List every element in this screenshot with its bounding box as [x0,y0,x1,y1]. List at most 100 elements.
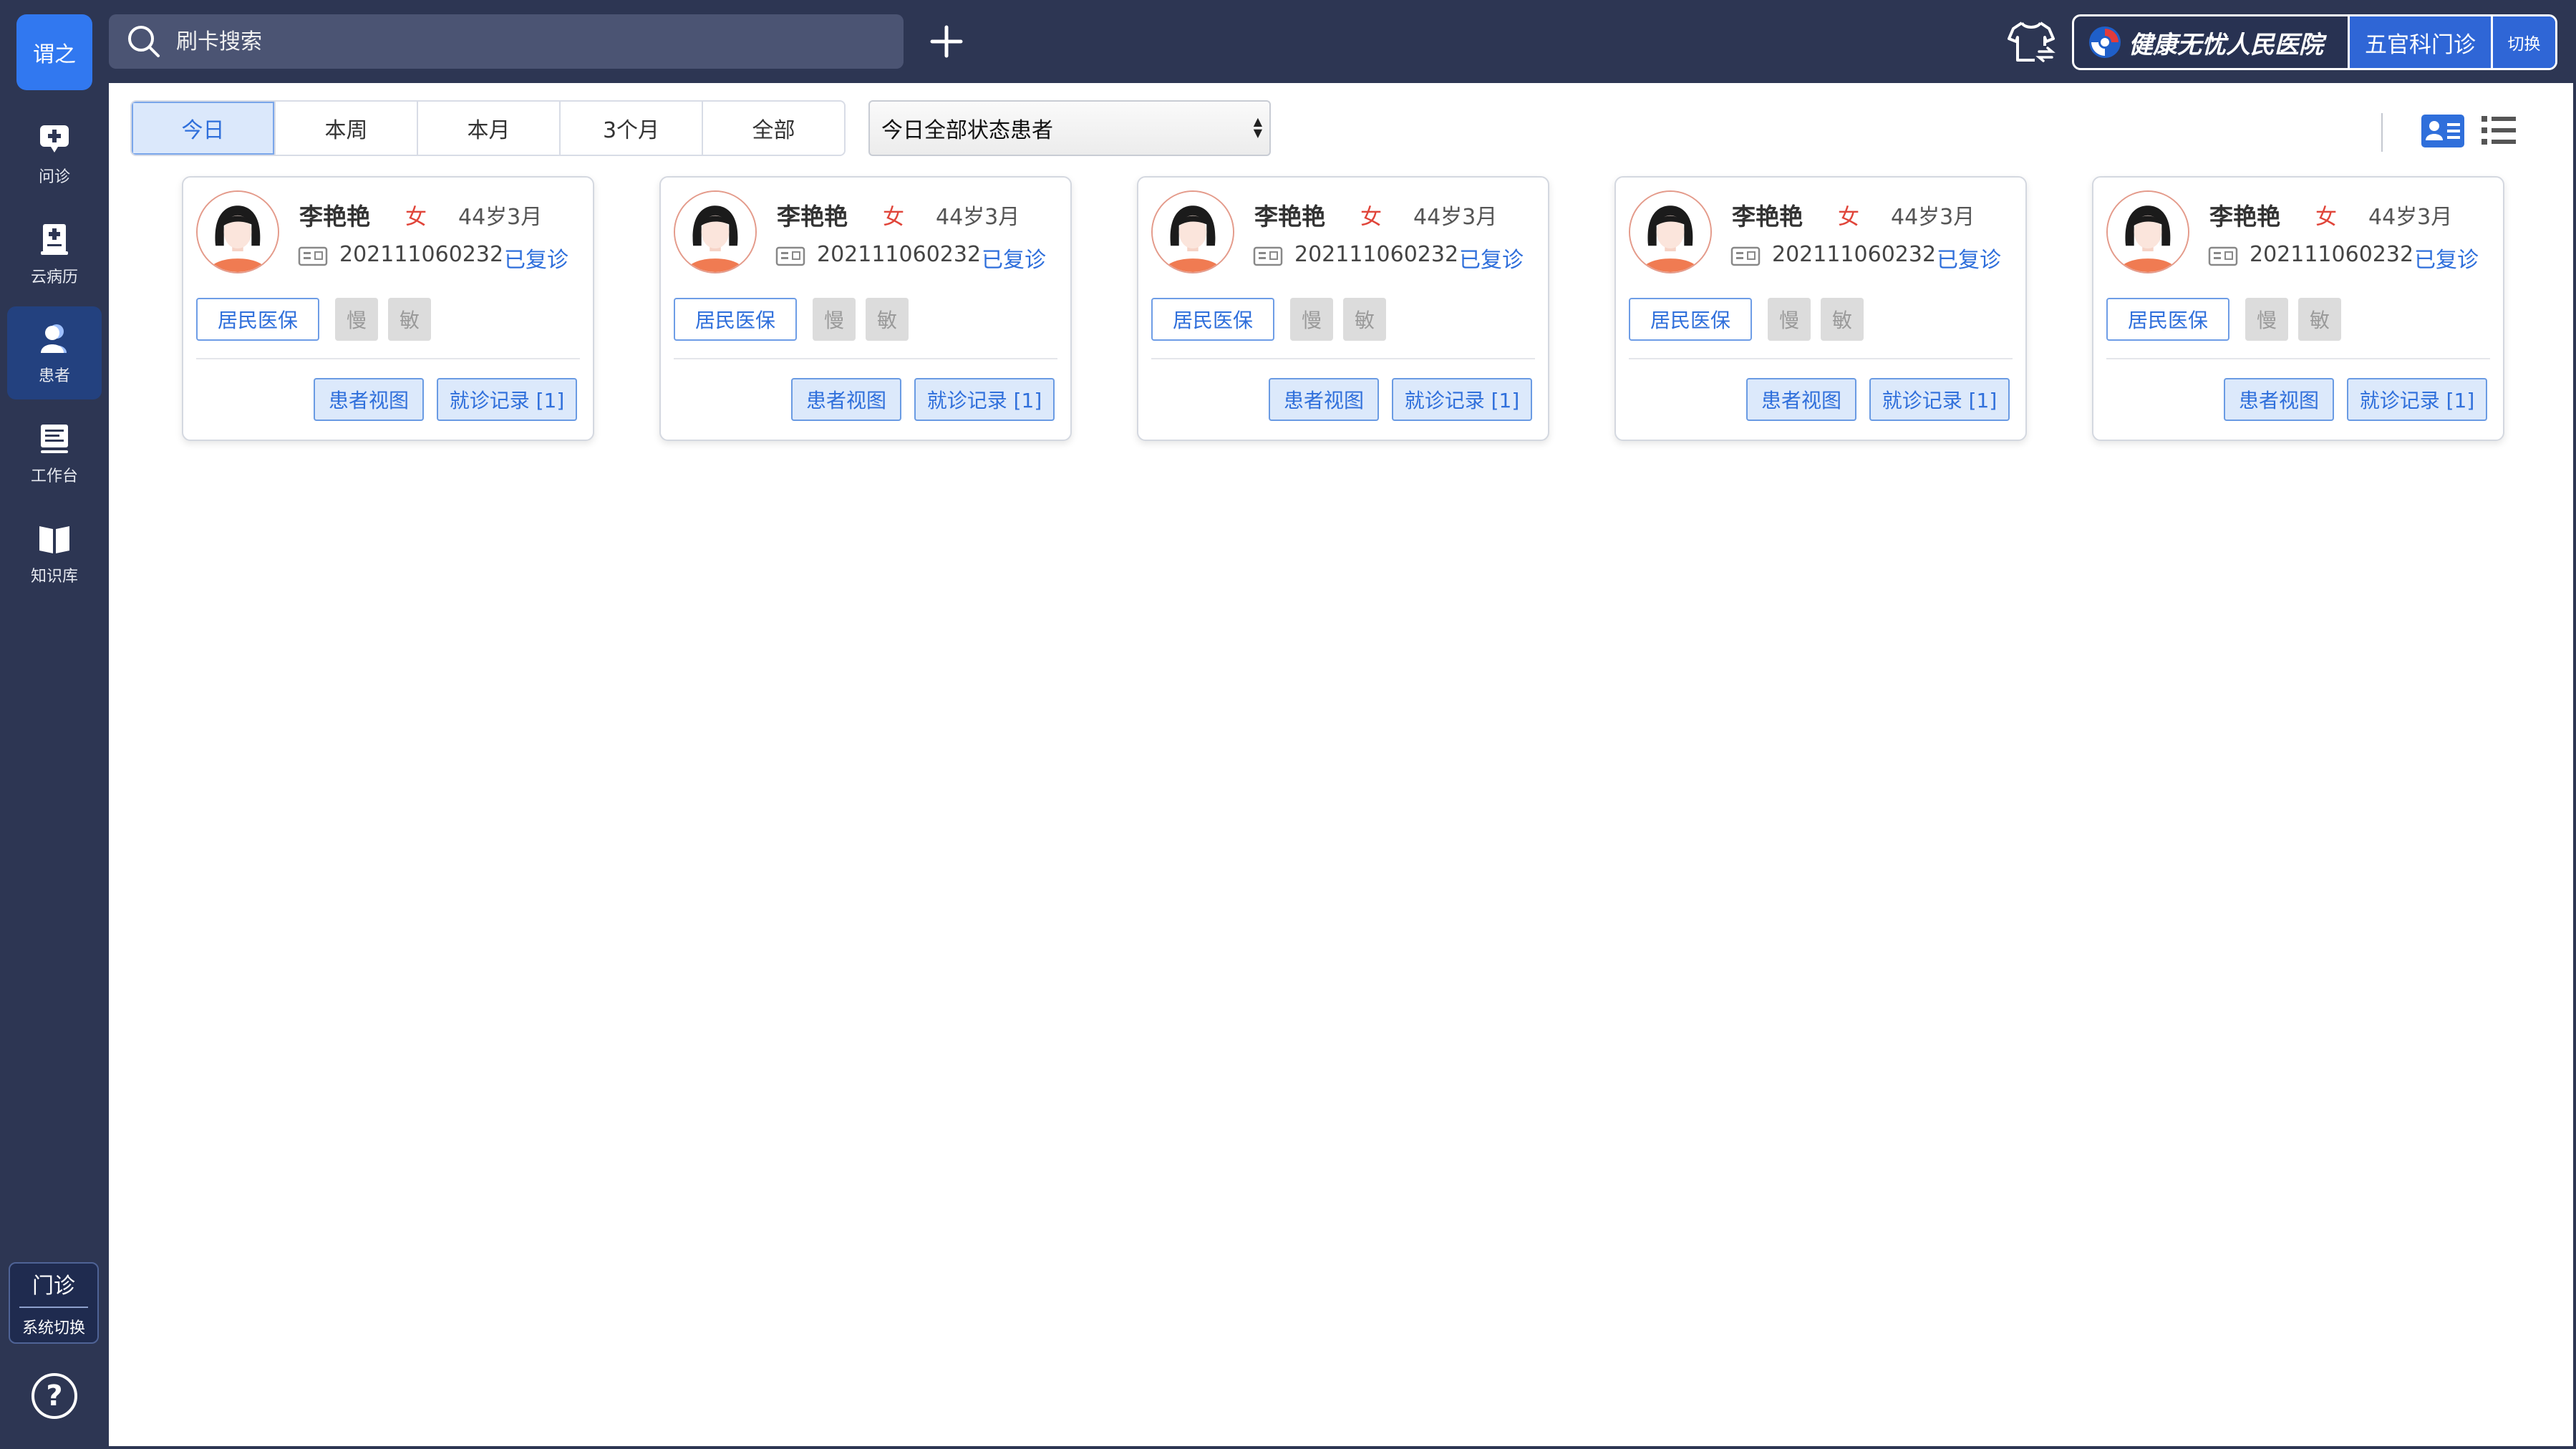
allergy-tag: 敏 [866,298,909,341]
id-card-icon [298,246,328,266]
sidebar-item-label: 问诊 [38,168,70,186]
visit-records-button[interactable]: 就诊记录 [1] [914,378,1055,421]
sidebar-item-label: 患者 [38,367,70,385]
id-card-icon [2208,246,2238,266]
hospital-name-text: 健康无忧人民医院 [2129,30,2323,59]
allergy-tag: 敏 [1821,298,1864,341]
chronic-tag: 慢 [1290,298,1333,341]
card-divider [196,358,580,359]
visit-records-button[interactable]: 就诊记录 [1] [1869,378,2010,421]
chat-plus-icon [40,125,69,152]
sidebar-item-label: 云病历 [30,268,78,286]
female-avatar-icon [2106,190,2189,273]
uniform-switch-icon[interactable] [2006,17,2056,67]
visit-status: 已复诊 [982,248,1046,273]
app-logo[interactable]: 谓之 [16,14,92,90]
patient-card[interactable]: 李艳艳 女 44岁3月 202111060232 已复诊 居民医保 慢 敏 患者… [1137,176,1549,441]
tab-today[interactable]: 今日 [132,102,274,155]
card-divider [2106,358,2490,359]
patient-age: 44岁3月 [1891,205,1975,230]
card-divider [1629,358,2013,359]
patients-icon [41,324,67,353]
sidebar-item-knowledge[interactable]: 知识库 [7,507,102,600]
patient-card[interactable]: 李艳艳 女 44岁3月 202111060232 已复诊 居民医保 慢 敏 患者… [659,176,1072,441]
insurance-tag: 居民医保 [2106,298,2229,341]
patient-view-button[interactable]: 患者视图 [1746,378,1856,421]
sidebar-item-cloud-records[interactable]: 云病历 [7,208,102,301]
sidebar-item-consult[interactable]: 问诊 [7,107,102,200]
add-icon[interactable] [924,19,969,64]
female-avatar-icon [674,190,757,273]
patient-view-button[interactable]: 患者视图 [2224,378,2334,421]
sidebar: 谓之 问诊 云病历 患者 工作台 知识库 门诊 系统切换 ? [0,0,109,1449]
patient-card[interactable]: 李艳艳 女 44岁3月 202111060232 已复诊 居民医保 慢 敏 患者… [2092,176,2504,441]
top-bar: 健康无忧人民医院 五官科门诊 切换 [109,0,2576,83]
patient-view-button[interactable]: 患者视图 [791,378,901,421]
visit-status: 已复诊 [1937,248,2001,273]
patient-gender: 女 [1360,205,1382,230]
chronic-tag: 慢 [335,298,378,341]
search-box[interactable] [109,14,904,69]
tab-this-week[interactable]: 本周 [274,102,417,155]
patient-status-select-value: 今日全部状态患者 [881,118,1053,143]
patient-age: 44岁3月 [2368,205,2453,230]
toolbar-divider [2381,113,2383,152]
card-view-icon[interactable] [2420,110,2466,152]
patient-gender: 女 [2315,205,2337,230]
sidebar-item-workbench[interactable]: 工作台 [7,407,102,500]
patient-id: 202111060232 [1294,242,1459,267]
patient-card[interactable]: 李艳艳 女 44岁3月 202111060232 已复诊 居民医保 慢 敏 患者… [1614,176,2027,441]
insurance-tag: 居民医保 [1629,298,1752,341]
patient-name: 李艳艳 [1732,203,1803,231]
visit-records-button[interactable]: 就诊记录 [1] [1392,378,1532,421]
tab-this-month[interactable]: 本月 [417,102,559,155]
workbench-icon [41,425,68,453]
id-card-icon [1253,246,1283,266]
patient-view-button[interactable]: 患者视图 [314,378,424,421]
system-switch-button[interactable]: 门诊 系统切换 [9,1262,99,1344]
patient-id: 202111060232 [339,242,504,267]
card-divider [674,358,1057,359]
insurance-tag: 居民医保 [674,298,797,341]
patient-id: 202111060232 [1772,242,1937,267]
female-avatar-icon [1151,190,1234,273]
help-icon[interactable]: ? [32,1373,77,1419]
patient-id: 202111060232 [2250,242,2414,267]
system-switch-current: 门诊 [19,1268,88,1308]
book-icon [39,526,69,553]
allergy-tag: 敏 [1343,298,1386,341]
patient-gender: 女 [1838,205,1859,230]
patient-card[interactable]: 李艳艳 女 44岁3月 202111060232 已复诊 居民医保 慢 敏 患者… [182,176,594,441]
tab-3-months[interactable]: 3个月 [559,102,702,155]
patient-age: 44岁3月 [1413,205,1498,230]
patient-view-button[interactable]: 患者视图 [1269,378,1379,421]
chronic-tag: 慢 [813,298,856,341]
tab-all[interactable]: 全部 [702,102,844,155]
department-button[interactable]: 五官科门诊 [2348,16,2491,68]
main-content: 今日 本周 本月 3个月 全部 今日全部状态患者 ▲ ▼ 李艳艳 女 44岁3月… [109,83,2576,1449]
sidebar-item-label: 知识库 [30,568,78,586]
patient-gender: 女 [405,205,427,230]
patient-status-select[interactable]: 今日全部状态患者 ▲ ▼ [868,100,1271,156]
visit-records-button[interactable]: 就诊记录 [1] [437,378,577,421]
female-avatar-icon [1629,190,1712,273]
insurance-tag: 居民医保 [196,298,319,341]
list-view-icon[interactable] [2479,110,2519,150]
sidebar-item-label: 工作台 [30,467,78,485]
search-input[interactable] [176,29,820,54]
period-tabs: 今日 本周 本月 3个月 全部 [130,100,846,156]
search-icon [128,26,160,57]
patient-gender: 女 [883,205,904,230]
system-switch-label: 系统切换 [21,1319,85,1337]
patient-age: 44岁3月 [936,205,1020,230]
visit-records-button[interactable]: 就诊记录 [1] [2347,378,2487,421]
female-avatar-icon [196,190,279,273]
patient-name: 李艳艳 [777,203,848,231]
hospital-name: 健康无忧人民医院 [2074,16,2348,68]
record-icon [41,224,68,255]
sidebar-item-patients[interactable]: 患者 [7,306,102,399]
visit-status: 已复诊 [2414,248,2479,273]
hospital-logo-icon [2089,26,2121,58]
patient-name: 李艳艳 [1254,203,1325,231]
switch-department-button[interactable]: 切换 [2491,16,2555,68]
